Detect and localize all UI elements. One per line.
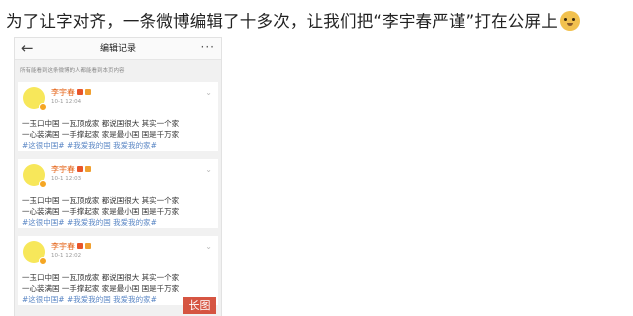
username[interactable]: 李宇春 — [51, 87, 91, 98]
nav-bar: ← 编辑记录 ··· — [15, 38, 221, 60]
chevron-down-icon[interactable]: ⌄ — [205, 165, 212, 174]
username-text: 李宇春 — [51, 88, 75, 97]
edit-record-card[interactable]: 李宇春 ⌄ 10-1 12:04 一玉口中国 一瓦顶成家 都说国很大 其实一个家… — [18, 82, 218, 151]
post-text-line: 一玉口中国 一瓦顶成家 都说国很大 其实一个家 — [22, 119, 180, 128]
timestamp: 10-1 12:03 — [51, 176, 82, 182]
post-text-line: 一心装满国 一手撑起家 家是最小国 国是千万家 — [22, 130, 180, 139]
username[interactable]: 李宇春 — [51, 241, 91, 252]
username-text: 李宇春 — [51, 242, 75, 251]
post-text-line: 一玉口中国 一瓦顶成家 都说国很大 其实一个家 — [22, 273, 180, 282]
chevron-down-icon[interactable]: ⌄ — [205, 242, 212, 251]
post-text-line: 一心装满国 一手撑起家 家是最小国 国是千万家 — [22, 284, 180, 293]
post-text-line: 一心装满国 一手撑起家 家是最小国 国是千万家 — [22, 207, 180, 216]
medal-icon — [85, 89, 91, 95]
more-options-icon[interactable]: ··· — [201, 39, 215, 55]
username[interactable]: 李宇春 — [51, 164, 91, 175]
visibility-notice: 所有能看到这条微博的人都能看到本页内容 — [20, 68, 125, 74]
post-text-line: 一玉口中国 一瓦顶成家 都说国很大 其实一个家 — [22, 196, 180, 205]
verified-badge-icon — [39, 257, 47, 265]
medal-icon — [77, 89, 83, 95]
post-headline: 为了让字对齐，一条微博编辑了十多次，让我们把“李宇春严谨”打在公屏上 — [6, 8, 580, 32]
medal-icon — [85, 243, 91, 249]
edit-record-card[interactable]: 李宇春 ⌄ 10-1 12:02 一玉口中国 一瓦顶成家 都说国很大 其实一个家… — [18, 236, 218, 305]
timestamp: 10-1 12:04 — [51, 99, 82, 105]
hashtag-links[interactable]: #这很中国# #我爱我的国 我爱我的家# — [22, 217, 157, 228]
medal-icon — [77, 243, 83, 249]
hashtag-links[interactable]: #这很中国# #我爱我的国 我爱我的家# — [22, 294, 157, 305]
username-text: 李宇春 — [51, 165, 75, 174]
verified-badge-icon — [39, 180, 47, 188]
page-title: 编辑记录 — [99, 44, 136, 54]
chevron-down-icon[interactable]: ⌄ — [205, 88, 212, 97]
hashtag-links[interactable]: #这很中国# #我爱我的国 我爱我的家# — [22, 140, 157, 151]
timestamp: 10-1 12:02 — [51, 253, 82, 259]
verified-badge-icon — [39, 103, 47, 111]
doge-icon — [559, 11, 580, 31]
medal-icon — [77, 166, 83, 172]
long-image-badge[interactable]: 长图 — [183, 297, 216, 314]
headline-text: 为了让字对齐，一条微博编辑了十多次，让我们把“李宇春严谨”打在公屏上 — [6, 12, 558, 31]
edit-record-card[interactable]: 李宇春 ⌄ 10-1 12:03 一玉口中国 一瓦顶成家 都说国很大 其实一个家… — [18, 159, 218, 228]
edit-history-screenshot[interactable]: ← 编辑记录 ··· 所有能看到这条微博的人都能看到本页内容 李宇春 ⌄ 10-… — [14, 37, 222, 316]
medal-icon — [85, 166, 91, 172]
